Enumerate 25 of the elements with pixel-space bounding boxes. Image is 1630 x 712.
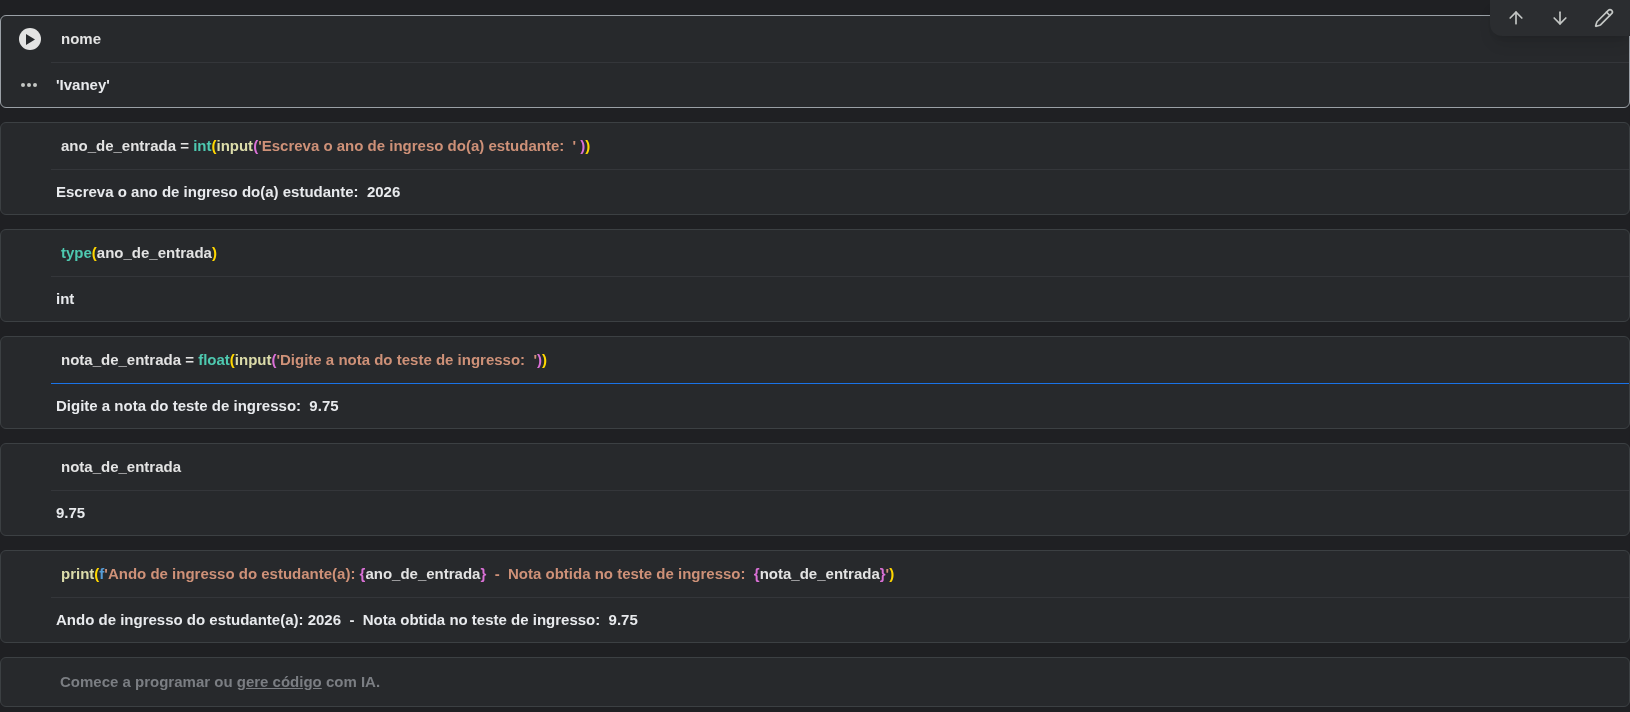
code-line[interactable]: print(f'Ando de ingresso do estudante(a): {ano_de_entrada} - Nota obtida no teste de ingresso: {nota_de_entrada}') xyxy=(59,562,895,586)
code-cell[interactable]: type(ano_de_entrada) int xyxy=(0,229,1630,322)
cell-output: 'Ivaney' xyxy=(56,74,110,95)
code-line[interactable]: nota_de_entrada = float(input('Digite a nota do teste de ingresso: ')) xyxy=(59,348,547,372)
cell-placeholder: Comece a programar ou gere código com IA. xyxy=(60,671,381,692)
cell-output: 9.75 xyxy=(56,502,86,523)
empty-code-cell[interactable]: Comece a programar ou gere código com IA. xyxy=(0,657,1630,707)
code-line[interactable]: type(ano_de_entrada) xyxy=(59,241,217,265)
code-cell[interactable]: ano_de_entrada = int(input('Escreva o ano de ingreso do(a) estudante: ' )) Escreva o ano de ingreso do(a) estudante: 2026 xyxy=(0,122,1630,215)
generate-code-link[interactable]: gere código xyxy=(236,672,322,690)
cell-output: Ando de ingresso do estudante(a): 2026 - Nota obtida no teste de ingresso: 9.75 xyxy=(56,609,638,630)
code-line[interactable]: nome xyxy=(59,27,101,51)
code-cell[interactable]: nota_de_entrada 9.75 xyxy=(0,443,1630,536)
play-icon xyxy=(25,33,35,45)
code-cell[interactable]: nome 'Ivaney' xyxy=(0,15,1630,108)
cell-output: Digite a nota do teste de ingresso: 9.75 xyxy=(56,395,339,416)
run-button[interactable] xyxy=(19,28,41,50)
code-cell[interactable]: print(f'Ando de ingresso do estudante(a): {ano_de_entrada} - Nota obtida no teste de ingresso: {nota_de_entrada}') Ando de ingresso do estudante(a): 2026 - Nota obtida no teste de ingresso: 9.75 xyxy=(0,550,1630,643)
ellipsis-icon[interactable] xyxy=(20,83,37,87)
code-line[interactable]: nota_de_entrada xyxy=(59,455,182,479)
pencil-icon[interactable] xyxy=(1594,8,1614,28)
code-line[interactable]: ano_de_entrada = int(input('Escreva o ano de ingreso do(a) estudante: ' )) xyxy=(59,134,591,158)
cell-output: Escreva o ano de ingreso do(a) estudante: 2026 xyxy=(56,181,401,202)
cell-output: int xyxy=(56,288,75,309)
code-cell[interactable]: nota_de_entrada = float(input('Digite a nota do teste de ingresso: ')) Digite a nota do teste de ingresso: 9.75 xyxy=(0,336,1630,429)
